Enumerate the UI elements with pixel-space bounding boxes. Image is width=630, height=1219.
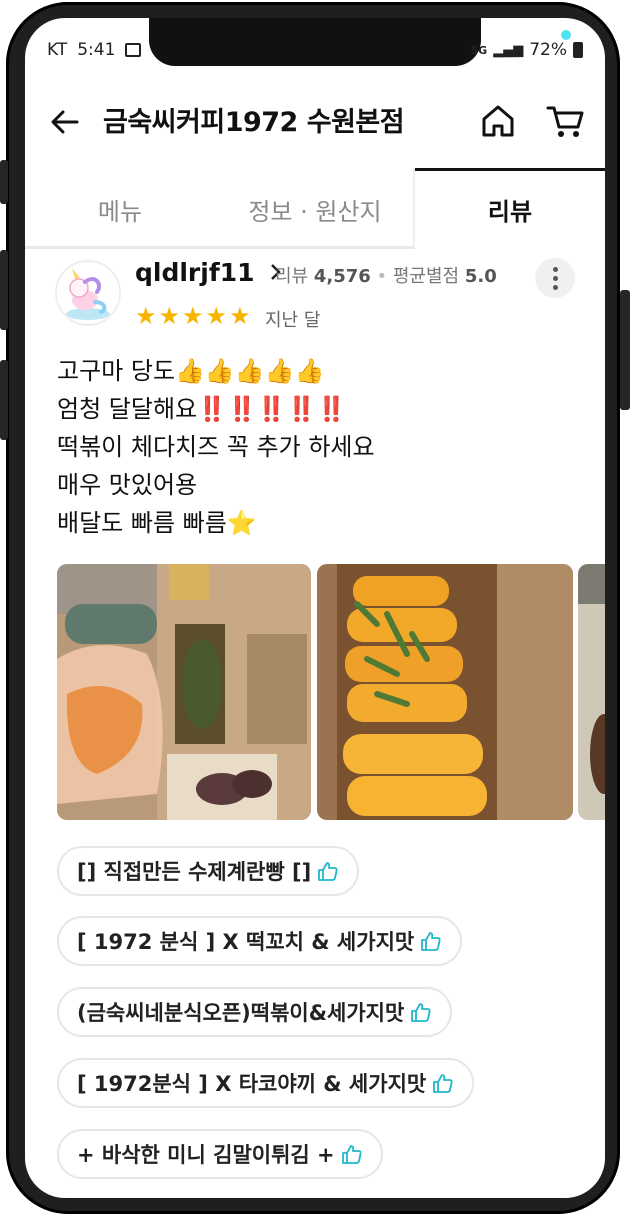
carrier: KT (47, 40, 68, 60)
phone-side-button (620, 290, 630, 410)
menu-tag-chip[interactable]: [ 1972분식 ] X 타코야끼 & 세가지맛 (57, 1058, 475, 1108)
thumbs-up-icon (341, 1145, 362, 1164)
signal-icon: ▂▄▆ (493, 42, 524, 58)
battery-percent: 72% (529, 40, 567, 60)
review-username[interactable]: qldlrjf11 (135, 258, 283, 287)
review-photo[interactable] (578, 564, 605, 820)
thumbs-up-icon (421, 932, 441, 951)
review-photo[interactable] (317, 564, 573, 820)
reviewer-stats: 리뷰 4,576 • 평균별점 5.0 (275, 262, 497, 288)
unicorn-avatar-image (66, 268, 110, 320)
menu-tag-chip[interactable]: + 바삭한 미니 김말이튀김 + (57, 1129, 383, 1179)
menu-tag-label: + 바삭한 미니 김말이튀김 + (77, 1143, 335, 1167)
gallery-notification-icon (125, 43, 142, 57)
review-line: 배달도 빠름 빠름⭐ (57, 509, 257, 537)
avg-rating: 5.0 (464, 266, 497, 287)
star-rating: ★★★★★ (135, 302, 253, 330)
cart-icon[interactable] (545, 102, 585, 140)
status-bar: KT 5:41 5G ▂▄▆ 72% (47, 40, 583, 64)
phone-side-button (0, 250, 8, 330)
review-date: 지난 달 (265, 310, 321, 331)
menu-tag-label: [] 직접만든 수제계란빵 [] (77, 860, 312, 884)
store-title: 금숙씨커피1972 수원본점 (103, 107, 405, 138)
review-text: 고구마 당도👍👍👍👍👍 엄청 달달해요‼️‼️‼️‼️‼️ 떡볶이 체다치즈 꼭… (57, 352, 375, 542)
review-count-label: 리뷰 (275, 266, 309, 287)
menu-tag-chip[interactable]: [] 직접만든 수제계란빵 [] (57, 846, 360, 896)
clock: 5:41 (77, 40, 116, 60)
menu-tag-label: [ 1972분식 ] X 타코야끼 & 세가지맛 (77, 1072, 427, 1096)
thumbs-up-icon (318, 862, 338, 881)
back-arrow-icon[interactable] (47, 104, 83, 140)
review-line: 엄청 달달해요‼️‼️‼️‼️‼️ (57, 395, 347, 423)
home-icon[interactable] (479, 102, 517, 140)
active-tab-indicator (415, 168, 605, 171)
more-vertical-icon[interactable] (535, 258, 575, 298)
review-photo[interactable] (57, 564, 311, 820)
battery-icon (573, 42, 583, 58)
stats-separator: • (376, 266, 393, 287)
tab-reviews[interactable]: 리뷰 (415, 168, 605, 250)
camera-dot (561, 30, 571, 40)
menu-tag-label: [ 1972 분식 ] X 떡꼬치 & 세가지맛 (77, 930, 415, 954)
avg-rating-label: 평균별점 (392, 266, 460, 287)
phone-side-button (0, 360, 8, 440)
review-photo-carousel[interactable] (57, 564, 605, 820)
tab-bar: 메뉴 정보 · 원산지 리뷰 (25, 168, 605, 250)
review-line: 떡볶이 체다치즈 꼭 추가 하세요 (57, 433, 375, 461)
menu-tag-label: (금숙씨네분식오픈)떡볶이&세가지맛 (77, 1001, 405, 1025)
menu-tag-chip[interactable]: [ 1972 분식 ] X 떡꼬치 & 세가지맛 (57, 916, 463, 966)
review-line: 고구마 당도👍👍👍👍👍 (57, 357, 325, 385)
menu-tag-chip[interactable]: (금숙씨네분식오픈)떡볶이&세가지맛 (57, 987, 453, 1037)
phone-side-button (0, 160, 8, 204)
phone-screen: KT 5:41 5G ▂▄▆ 72% 금숙씨커피1972 수원본점 메뉴 정보 … (25, 18, 605, 1198)
top-app-bar: 금숙씨커피1972 수원본점 (25, 94, 605, 150)
username-text: qldlrjf11 (135, 258, 255, 287)
review-line: 매우 맛있어용 (57, 471, 198, 499)
tab-menu[interactable]: 메뉴 (25, 168, 215, 250)
tab-divider (413, 168, 415, 248)
network-type: 5G (470, 43, 488, 57)
tab-info-origin[interactable]: 정보 · 원산지 (215, 168, 415, 250)
tab-divider (25, 246, 415, 249)
thumbs-up-icon (433, 1074, 453, 1093)
review-count: 4,576 (313, 266, 371, 287)
avatar[interactable] (55, 260, 121, 326)
thumbs-up-icon (411, 1003, 431, 1022)
